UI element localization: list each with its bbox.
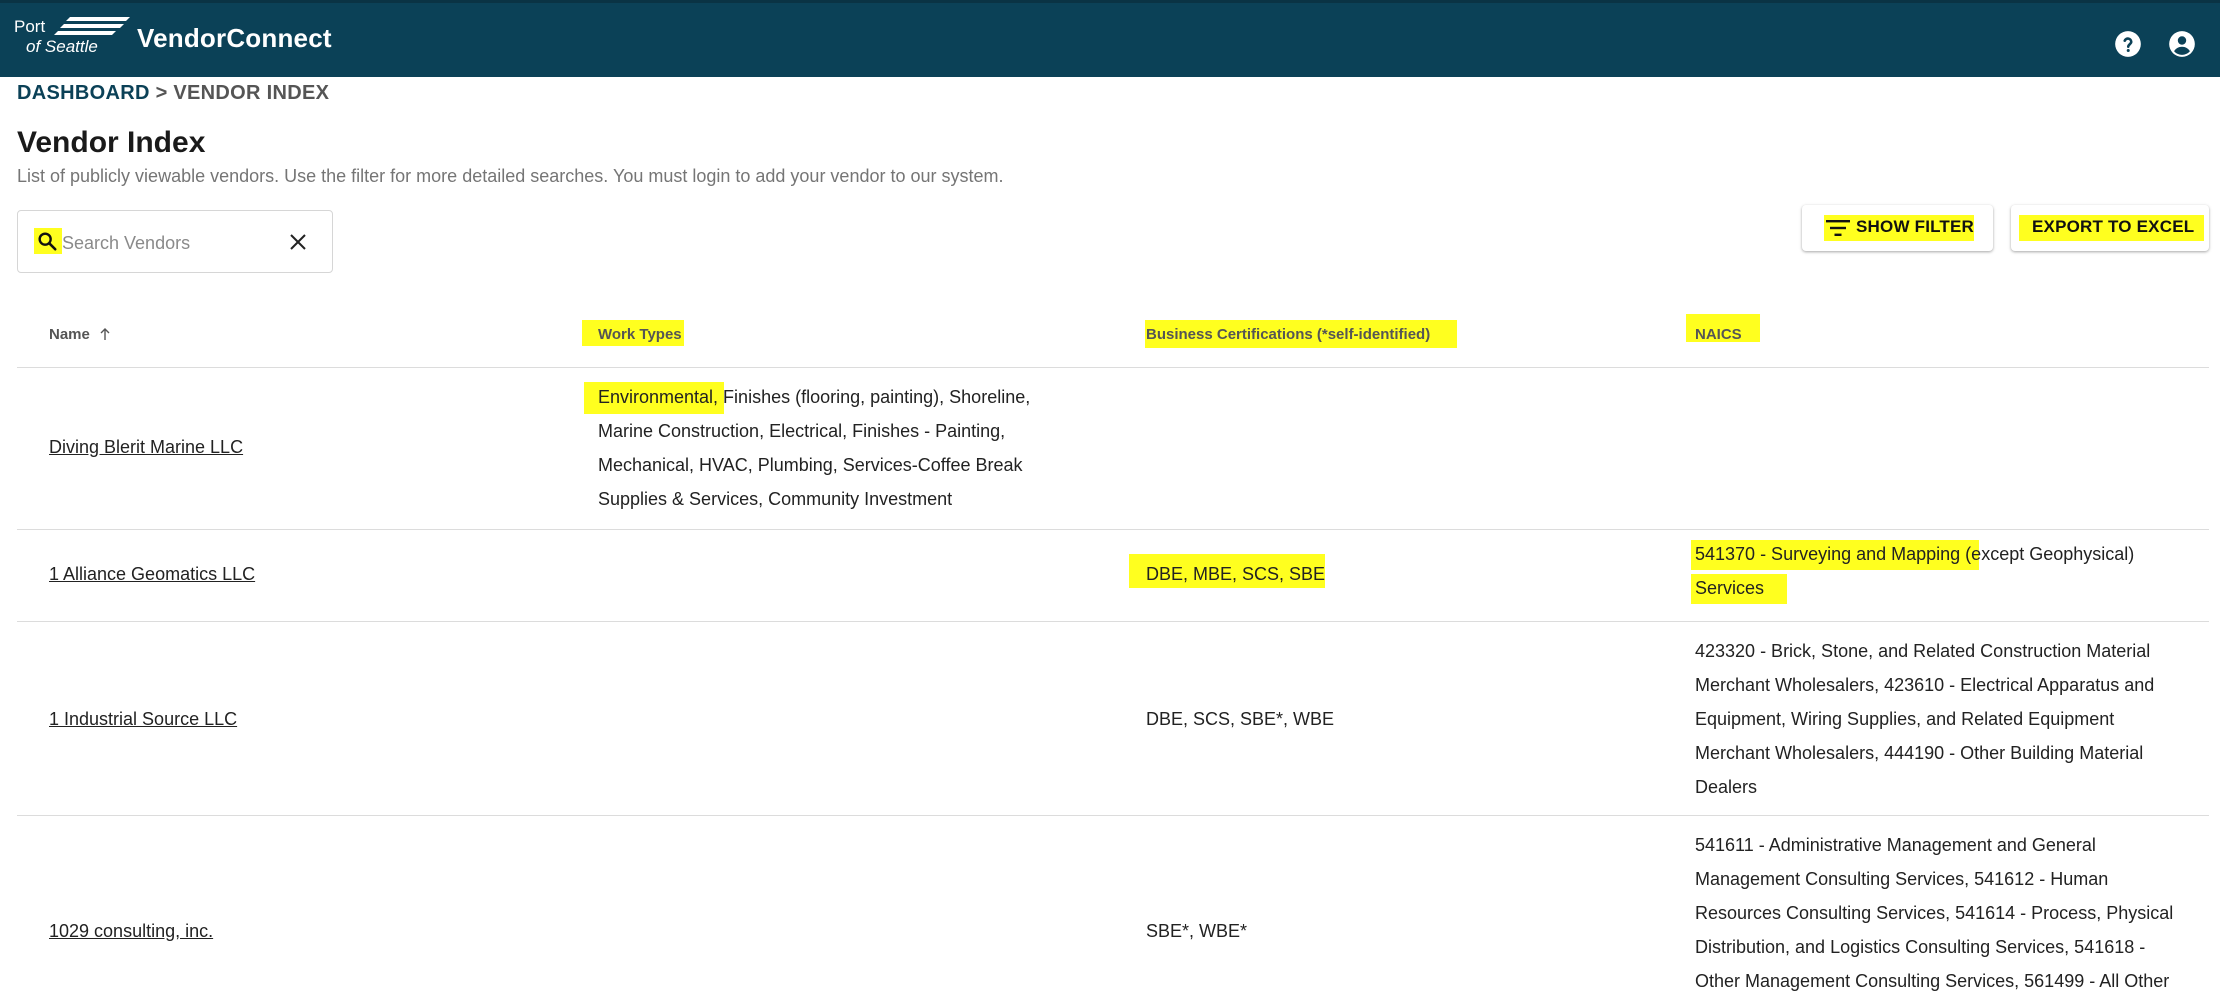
app-brand-title[interactable]: VendorConnect xyxy=(137,23,332,54)
naics-cell: 541370 - Surveying and Mapping (except G… xyxy=(1695,537,2134,605)
logo-wave-icon xyxy=(54,17,130,35)
table-row: 1 Alliance Geomatics LLC DBE, MBE, SCS, … xyxy=(17,530,2209,622)
show-filter-button[interactable]: SHOW FILTER xyxy=(1802,205,1993,251)
naics-line: Other Management Consulting Services, 56… xyxy=(1695,971,2170,991)
show-filter-label: SHOW FILTER xyxy=(1856,217,1975,236)
page-subtitle: List of publicly viewable vendors. Use t… xyxy=(17,166,1004,186)
work-types-line: Mechanical, HVAC, Plumbing, Services-Cof… xyxy=(598,455,1023,475)
vendor-name-link[interactable]: 1 Industrial Source LLC xyxy=(49,709,237,729)
vendor-name-link[interactable]: 1029 consulting, inc. xyxy=(49,921,213,941)
vendor-name-link[interactable]: 1 Alliance Geomatics LLC xyxy=(49,564,255,584)
account-circle-icon[interactable] xyxy=(2168,30,2196,58)
naics-cell: 423320 - Brick, Stone, and Related Const… xyxy=(1695,634,2154,804)
vendor-name-cell: 1 Alliance Geomatics LLC xyxy=(49,557,255,591)
search-icon[interactable] xyxy=(36,230,58,252)
search-input[interactable] xyxy=(62,229,282,257)
search-box xyxy=(17,210,333,273)
certifications-cell: SBE*, WBE* xyxy=(1146,921,1248,941)
work-types-line: Marine Construction, Electrical, Finishe… xyxy=(598,421,1006,441)
arrow-up-icon xyxy=(100,328,110,340)
breadcrumb-dashboard-link[interactable]: DASHBOARD xyxy=(17,82,150,104)
vendor-name-cell: Diving Blerit Marine LLC xyxy=(49,430,243,464)
app-bar: Port of Seattle VendorConnect xyxy=(0,0,2220,77)
naics-line: Merchant Wholesalers, 444190 - Other Bui… xyxy=(1695,743,2144,763)
table-row: 1029 consulting, inc. SBE*, WBE* 541611 … xyxy=(17,816,2209,994)
naics-line: 541370 - Surveying and Mapping (except G… xyxy=(1695,544,2135,564)
work-types-line: Environmental, Finishes (flooring, paint… xyxy=(598,387,1031,407)
export-to-excel-button[interactable]: EXPORT TO EXCEL xyxy=(2011,205,2209,251)
certifications-cell: DBE, SCS, SBE*, WBE xyxy=(1146,709,1335,729)
page-title: Vendor Index xyxy=(17,126,206,159)
table-row: 1 Industrial Source LLC DBE, SCS, SBE*, … xyxy=(17,622,2209,816)
naics-line: Distribution, and Logistics Consulting S… xyxy=(1695,937,2146,957)
naics-line: Services xyxy=(1695,578,1765,598)
port-of-seattle-logo[interactable]: Port of Seattle xyxy=(14,13,130,61)
column-header-name[interactable]: Name xyxy=(49,326,110,343)
naics-line: Merchant Wholesalers, 423610 - Electrica… xyxy=(1695,675,2155,695)
naics-cell: 541611 - Administrative Management and G… xyxy=(1695,828,2173,994)
column-header-naics[interactable]: NAICS xyxy=(1695,326,1742,343)
column-header-certifications[interactable]: Business Certifications (*self-identifie… xyxy=(1146,326,1430,343)
table-row: Diving Blerit Marine LLC Environmental, … xyxy=(17,368,2209,530)
naics-line: 541611 - Administrative Management and G… xyxy=(1695,835,2096,855)
naics-line: Equipment, Wiring Supplies, and Related … xyxy=(1695,709,2115,729)
naics-line: Dealers xyxy=(1695,777,1758,797)
close-icon[interactable] xyxy=(288,232,308,252)
vendor-name-cell: 1 Industrial Source LLC xyxy=(49,702,237,736)
filter-list-icon xyxy=(1826,220,1850,236)
naics-line: Management Consulting Services, 541612 -… xyxy=(1695,869,2109,889)
breadcrumb-current: VENDOR INDEX xyxy=(173,82,330,104)
certifications-cell: DBE, MBE, SCS, SBE xyxy=(1146,564,1326,584)
naics-line: Resources Consulting Services, 541614 - … xyxy=(1695,903,2174,923)
column-header-work-types[interactable]: Work Types xyxy=(598,326,682,343)
help-circle-icon[interactable] xyxy=(2114,30,2142,58)
column-header-name-label: Name xyxy=(49,326,90,343)
logo-line-1: Port xyxy=(14,17,46,36)
vendor-name-link[interactable]: Diving Blerit Marine LLC xyxy=(49,437,243,457)
naics-line: 423320 - Brick, Stone, and Related Const… xyxy=(1695,641,2151,661)
table-header: Name Work Types Business Certifications … xyxy=(17,290,2209,368)
breadcrumb-separator: > xyxy=(155,82,168,104)
breadcrumb: DASHBOARD > VENDOR INDEX xyxy=(17,82,329,105)
vendor-name-cell: 1029 consulting, inc. xyxy=(49,914,213,948)
work-types-cell: Environmental, Finishes (flooring, paint… xyxy=(598,380,1030,516)
export-label: EXPORT TO EXCEL xyxy=(2032,217,2195,236)
work-types-line: Supplies & Services, Community Investmen… xyxy=(598,489,953,509)
